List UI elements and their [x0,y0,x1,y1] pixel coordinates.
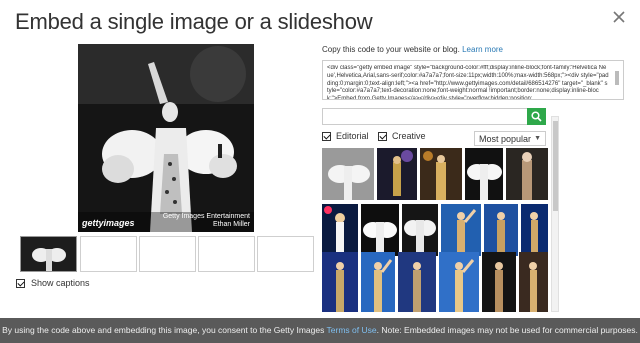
result-thumbnail[interactable] [322,204,358,256]
copy-code-text: Copy this code to your website or blog. [322,45,460,54]
image-search-input[interactable] [322,108,546,125]
result-thumbnail[interactable] [465,148,503,200]
editorial-checkbox[interactable] [322,131,331,141]
chevron-down-icon: ▼ [534,135,541,142]
slideshow-thumbnails [20,236,316,272]
result-thumbnail[interactable] [484,204,518,256]
result-thumbnail[interactable] [322,252,358,312]
sort-selected-value: Most popular [479,134,532,144]
creative-filter[interactable]: Creative [378,131,426,141]
copy-code-instructions: Copy this code to your website or blog. … [322,45,503,54]
result-thumbnail[interactable] [420,148,462,200]
result-thumbnail[interactable] [402,204,438,256]
close-icon[interactable] [612,10,626,24]
result-thumbnail[interactable] [377,148,417,200]
code-scrollbar[interactable] [613,63,621,97]
search-icon [531,111,542,122]
result-thumbnail[interactable] [506,148,548,200]
footer-text-before: By using the code above and embedding th… [2,325,327,335]
creative-label: Creative [392,131,426,141]
editorial-filter[interactable]: Editorial [322,131,369,141]
search-button[interactable] [527,108,546,125]
slideshow-slot-3[interactable] [139,236,196,272]
gettyimages-watermark: gettyimages [82,218,135,228]
show-captions-label: Show captions [31,278,90,288]
credit-collection: Getty Images Entertainment [162,213,250,220]
slideshow-slot-5[interactable] [257,236,314,272]
result-thumbnail[interactable] [322,148,374,200]
learn-more-link[interactable]: Learn more [462,45,503,54]
credit-photographer: Ethan Miller [213,221,250,228]
main-preview-image: gettyimages Getty Images Entertainment E… [78,44,254,232]
editorial-label: Editorial [336,131,369,141]
result-thumbnail[interactable] [521,204,548,256]
creative-checkbox[interactable] [378,131,387,141]
terms-of-use-link[interactable]: Terms of Use [327,325,377,335]
show-captions-toggle[interactable]: Show captions [16,278,90,288]
embed-dialog: Embed a single image or a slideshow gett… [0,0,640,318]
search-results-grid [322,148,548,312]
embed-code-text[interactable]: <div class="getty embed image" style="ba… [327,65,609,99]
terms-footer: By using the code above and embedding th… [0,318,640,343]
result-thumbnail[interactable] [361,204,399,256]
result-thumbnail[interactable] [439,252,479,312]
show-captions-checkbox[interactable] [16,278,25,288]
result-thumbnail[interactable] [441,204,481,256]
slideshow-slot-1[interactable] [20,236,77,272]
results-scrollbar-thumb[interactable] [553,121,558,211]
results-scrollbar[interactable] [551,116,559,312]
embed-code-textarea[interactable]: <div class="getty embed image" style="ba… [322,60,624,100]
result-thumbnail[interactable] [519,252,548,312]
sort-dropdown[interactable]: Most popular ▼ [474,131,546,146]
slideshow-slot-4[interactable] [198,236,255,272]
result-thumbnail[interactable] [398,252,436,312]
result-thumbnail[interactable] [361,252,395,312]
image-credit: Getty Images Entertainment Ethan Miller [163,213,250,229]
result-thumbnail[interactable] [482,252,516,312]
dialog-title: Embed a single image or a slideshow [15,9,373,34]
slideshow-slot-2[interactable] [80,236,137,272]
footer-text-after: . Note: Embedded images may not be used … [376,325,638,335]
